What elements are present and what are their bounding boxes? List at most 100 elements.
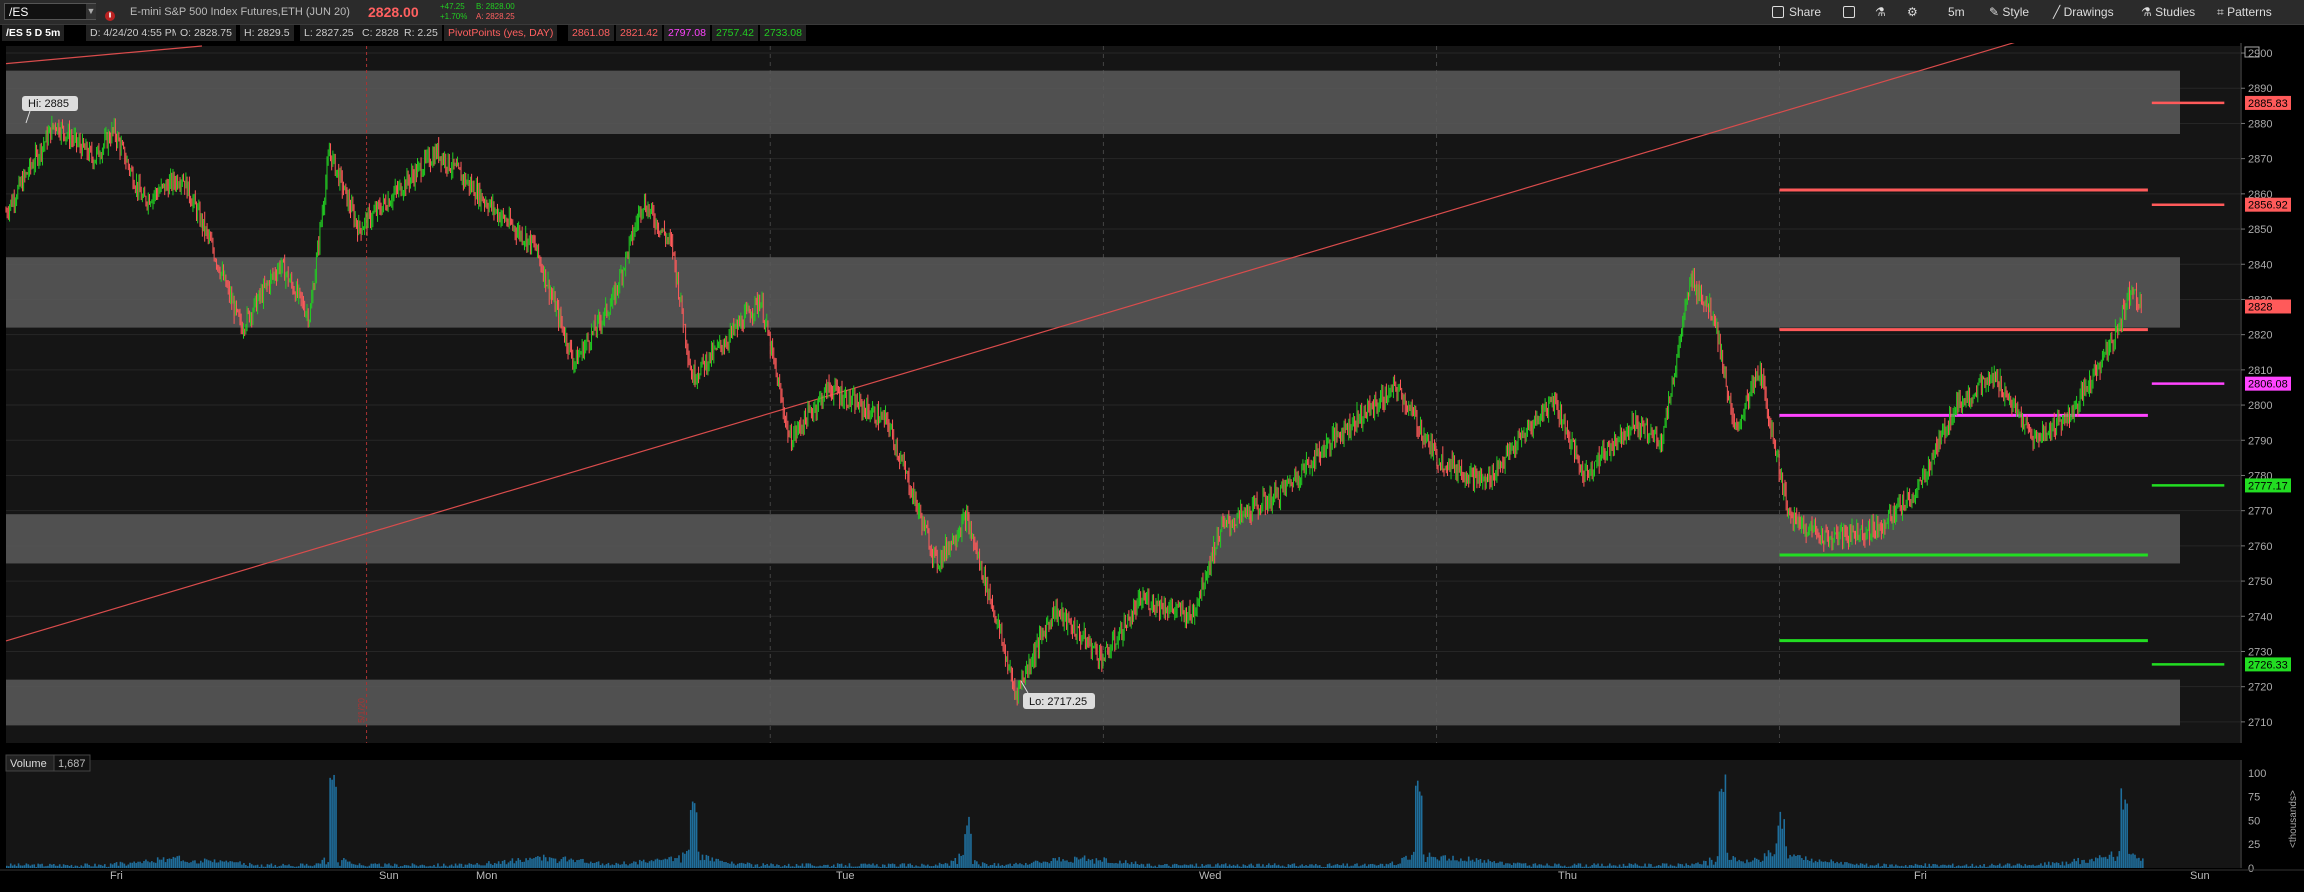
price-chart-svg[interactable]: 5/1/20 Hi: 2885 Lo: 2717.25 2900 2890 2880 287… [0,41,2304,887]
volume-bar [860,863,863,868]
volume-bar [840,863,843,868]
flask-icon: ⚗ [1875,5,1886,19]
volume-bar [1979,864,1981,868]
volume-bar [921,863,923,868]
volume-bar [1477,859,1480,868]
volume-bar [1440,856,1443,868]
chart-area[interactable]: 5/1/20 Hi: 2885 Lo: 2717.25 2900 2890 2880 287… [0,41,2304,887]
volume-bar [1599,866,1601,868]
volume-bar [421,864,424,868]
volume-bar [64,865,67,868]
volume-bar [1050,861,1053,868]
volume-bar [1320,866,1323,868]
volume-bar [1961,865,1964,868]
volume-bar [364,866,367,868]
volume-bar [1859,863,1862,868]
volume-bar [1812,862,1815,868]
volume-bar [1462,860,1464,868]
volume-bar [264,866,267,868]
volume-bar [1677,863,1680,868]
volume-bar [1767,850,1770,868]
volume-bar [2044,862,2046,868]
symbol-dropdown-icon[interactable]: ▼ [86,4,96,19]
volume-bar [723,862,725,868]
volume-bar [372,863,375,868]
volume-bar [84,863,86,868]
volume-bar [433,864,435,868]
volume-bar [782,866,784,868]
volume-bar [1358,866,1360,868]
settings-button[interactable]: ⚙ [1907,0,1918,24]
volume-bar [309,865,312,868]
volume-bar [1703,860,1705,868]
volume-panel[interactable] [6,760,2240,868]
chart-title[interactable]: /ES 5 D 5m [2,25,65,41]
volume-bar [1170,866,1172,868]
volume-bar [1034,860,1037,868]
style-button[interactable]: ✎ Style [1989,0,2029,24]
snapshot-button[interactable] [1843,0,1860,24]
volume-bar [1644,863,1646,868]
volume-bar [1413,851,1415,868]
volume-bar [1054,858,1057,868]
volume-bar [1219,865,1221,868]
drawings-button[interactable]: ╱ Drawings [2053,0,2114,24]
volume-bar [962,854,964,868]
bar-open: O: 2828.75 [176,25,236,41]
volume-bar [1683,866,1686,868]
volume-bar [1365,866,1368,868]
volume-bar [2008,863,2011,868]
volume-bar [280,865,282,868]
volume-bar [2130,854,2132,868]
interval-button[interactable]: 5m [1948,0,1965,24]
flask-button[interactable]: ⚗ [1875,0,1886,24]
volume-bar [1025,862,1027,868]
volume-bar [1066,860,1068,868]
price-axis-label: 2710 [2248,717,2272,729]
volume-bar [1761,860,1764,868]
volume-bar [1871,865,1874,868]
volume-bar [1448,858,1450,868]
volume-bar [1166,863,1168,868]
volume-bar [1309,864,1311,868]
volume-bar [135,862,137,868]
volume-bar [725,862,727,868]
volume-bar [1759,862,1762,868]
volume-bar [938,862,941,868]
volume-bar [1836,861,1838,868]
volume-bar [6,865,8,868]
studies-button[interactable]: ⚗ Studies [2141,0,2195,24]
volume-bar [695,812,698,868]
volume-bar [272,866,275,868]
volume-bar [1946,865,1948,868]
volume-bar [1783,819,1786,868]
volume-bar [2110,851,2113,868]
volume-bar [1560,865,1562,868]
volume-bar [1904,865,1907,868]
volume-bar [282,863,284,868]
volume-bar [928,866,931,868]
symbol-input[interactable]: /ES [4,3,96,20]
volume-bar [1087,858,1090,868]
price-axis-label: 2900 [2248,48,2272,60]
volume-bar [125,865,128,868]
price-axis-label: 2820 [2248,330,2272,342]
volume-bar [429,865,431,868]
study-label[interactable]: PivotPoints (yes, DAY) [444,25,558,41]
volume-bar [1401,857,1403,868]
volume-bar [17,863,20,868]
volume-bar [270,863,273,868]
alert-icon[interactable] [104,6,116,21]
volume-bar [1256,863,1258,868]
patterns-button[interactable]: ⌗ Patterns [2217,0,2272,24]
volume-bar [358,863,361,868]
volume-bar [41,863,43,868]
volume-bar [862,863,864,868]
volume-bar [113,863,116,868]
volume-bar [25,863,28,868]
volume-bar [1530,866,1533,868]
volume-bar [676,858,678,868]
volume-bar [760,866,763,868]
share-button[interactable]: Share [1772,0,1821,24]
volume-bar [145,859,147,868]
